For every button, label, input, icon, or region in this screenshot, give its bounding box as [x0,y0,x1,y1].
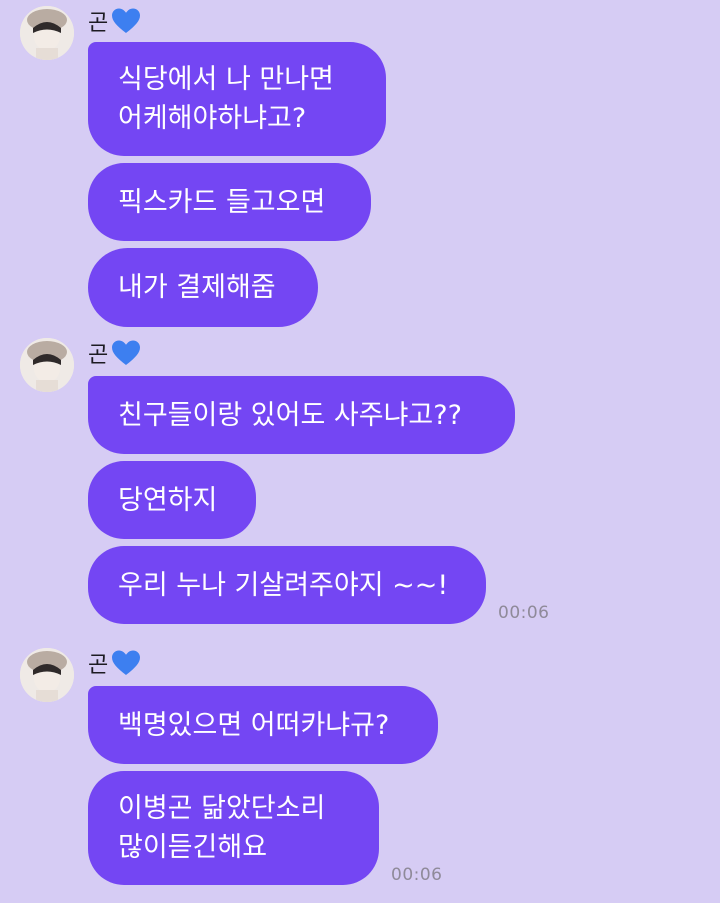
message-bubble[interactable]: 식당에서 나 만나면 어케해야하냐고? [88,42,386,156]
message-line: 당연하지 [118,484,218,516]
message-bubble[interactable]: 이병곤 닮았단소리 많이듣긴해요 [88,771,379,885]
message-bubble[interactable]: 픽스카드 들고오면 [88,163,371,241]
message-timestamp: 00:06 [391,865,443,885]
message-bubble[interactable]: 백명있으면 어떠카냐규? [88,686,438,764]
blue-heart-icon [112,650,141,675]
sender-name-row: 곤 [88,648,141,678]
avatar-photo-icon [20,648,74,702]
message-line: 내가 결제해줌 [118,272,276,303]
message-bubble[interactable]: 친구들이랑 있어도 사주냐고?? [88,376,515,454]
message-line: 이병곤 닮았단소리 [118,793,326,824]
avatar-photo-icon [20,6,74,60]
sender-name: 곤 [88,343,109,368]
sender-name: 곤 [88,653,109,678]
sender-avatar[interactable] [20,6,74,60]
sender-avatar[interactable] [20,648,74,702]
blue-heart-icon [112,8,141,33]
sender-name-row: 곤 [88,338,141,368]
message-line: 식당에서 나 만나면 [118,64,334,95]
sender-avatar[interactable] [20,338,74,392]
message-bubble[interactable]: 내가 결제해줌 [88,248,318,327]
avatar-photo-icon [20,338,74,392]
message-timestamp: 00:06 [498,603,550,623]
message-bubble[interactable]: 당연하지 [88,461,256,539]
message-line: 많이듣긴해요 [118,832,268,863]
message-line: 백명있으면 어떠카냐규? [118,709,390,741]
message-line: 친구들이랑 있어도 사주냐고?? [118,399,462,431]
message-line: 픽스카드 들고오면 [118,186,326,218]
sender-name-row: 곤 [88,6,141,36]
chat-thread: 곤 식당에서 나 만나면 어케해야하냐고? 픽스카드 들고오면 내가 결제해줌 … [0,0,720,903]
message-bubble[interactable]: 우리 누나 기살려주야지 ~~! [88,546,486,624]
message-line: 어케해야하냐고? [118,103,307,134]
message-line: 우리 누나 기살려주야지 ~~! [118,569,449,601]
blue-heart-icon [112,340,141,365]
sender-name: 곤 [88,11,109,36]
